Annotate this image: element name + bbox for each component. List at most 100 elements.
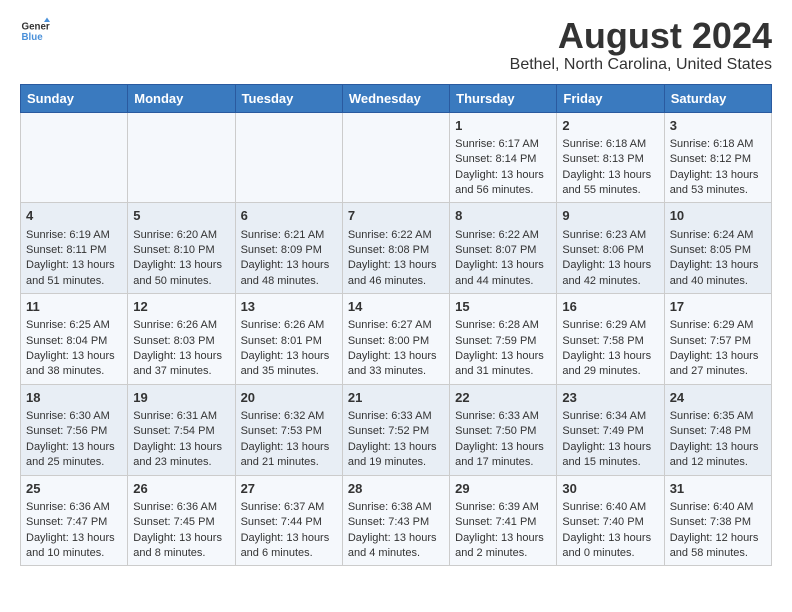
weekday-header-wednesday: Wednesday: [342, 84, 449, 112]
day-number: 21: [348, 389, 444, 407]
sunset-text: Sunset: 7:44 PM: [241, 516, 322, 528]
sunrise-text: Sunrise: 6:36 AM: [26, 501, 110, 513]
calendar-cell: 9Sunrise: 6:23 AMSunset: 8:06 PMDaylight…: [557, 203, 664, 294]
sunset-text: Sunset: 7:57 PM: [670, 335, 751, 347]
calendar-cell: 19Sunrise: 6:31 AMSunset: 7:54 PMDayligh…: [128, 384, 235, 475]
daylight-text: Daylight: 13 hours and 17 minutes.: [455, 441, 544, 468]
sunset-text: Sunset: 7:50 PM: [455, 425, 536, 437]
sunset-text: Sunset: 7:48 PM: [670, 425, 751, 437]
daylight-text: Daylight: 13 hours and 46 minutes.: [348, 259, 437, 286]
sunset-text: Sunset: 8:01 PM: [241, 335, 322, 347]
day-number: 17: [670, 298, 766, 316]
daylight-text: Daylight: 13 hours and 29 minutes.: [562, 350, 651, 377]
daylight-text: Daylight: 13 hours and 56 minutes.: [455, 169, 544, 196]
sunset-text: Sunset: 7:40 PM: [562, 516, 643, 528]
calendar-cell: 15Sunrise: 6:28 AMSunset: 7:59 PMDayligh…: [450, 294, 557, 385]
daylight-text: Daylight: 13 hours and 6 minutes.: [241, 532, 330, 559]
sunrise-text: Sunrise: 6:24 AM: [670, 229, 754, 241]
calendar-cell: 23Sunrise: 6:34 AMSunset: 7:49 PMDayligh…: [557, 384, 664, 475]
calendar-cell: 10Sunrise: 6:24 AMSunset: 8:05 PMDayligh…: [664, 203, 771, 294]
daylight-text: Daylight: 13 hours and 33 minutes.: [348, 350, 437, 377]
day-number: 16: [562, 298, 658, 316]
calendar-cell: 3Sunrise: 6:18 AMSunset: 8:12 PMDaylight…: [664, 112, 771, 203]
calendar-cell: 28Sunrise: 6:38 AMSunset: 7:43 PMDayligh…: [342, 475, 449, 566]
calendar-cell: 18Sunrise: 6:30 AMSunset: 7:56 PMDayligh…: [21, 384, 128, 475]
day-number: 5: [133, 207, 229, 225]
sunset-text: Sunset: 8:07 PM: [455, 244, 536, 256]
sunrise-text: Sunrise: 6:33 AM: [455, 410, 539, 422]
sunset-text: Sunset: 8:04 PM: [26, 335, 107, 347]
sunset-text: Sunset: 8:12 PM: [670, 153, 751, 165]
daylight-text: Daylight: 13 hours and 12 minutes.: [670, 441, 759, 468]
calendar-cell: 21Sunrise: 6:33 AMSunset: 7:52 PMDayligh…: [342, 384, 449, 475]
main-title: August 2024: [510, 16, 772, 56]
sunset-text: Sunset: 8:08 PM: [348, 244, 429, 256]
weekday-header-monday: Monday: [128, 84, 235, 112]
day-number: 23: [562, 389, 658, 407]
day-number: 10: [670, 207, 766, 225]
calendar-week-4: 18Sunrise: 6:30 AMSunset: 7:56 PMDayligh…: [21, 384, 772, 475]
svg-text:General: General: [22, 22, 51, 33]
calendar-cell: 12Sunrise: 6:26 AMSunset: 8:03 PMDayligh…: [128, 294, 235, 385]
sunrise-text: Sunrise: 6:39 AM: [455, 501, 539, 513]
calendar-cell: 8Sunrise: 6:22 AMSunset: 8:07 PMDaylight…: [450, 203, 557, 294]
day-number: 11: [26, 298, 122, 316]
day-number: 22: [455, 389, 551, 407]
sunrise-text: Sunrise: 6:26 AM: [241, 319, 325, 331]
sunrise-text: Sunrise: 6:28 AM: [455, 319, 539, 331]
calendar-cell: 26Sunrise: 6:36 AMSunset: 7:45 PMDayligh…: [128, 475, 235, 566]
day-number: 7: [348, 207, 444, 225]
daylight-text: Daylight: 13 hours and 44 minutes.: [455, 259, 544, 286]
sunset-text: Sunset: 7:53 PM: [241, 425, 322, 437]
sunrise-text: Sunrise: 6:29 AM: [670, 319, 754, 331]
calendar-cell: 24Sunrise: 6:35 AMSunset: 7:48 PMDayligh…: [664, 384, 771, 475]
day-number: 3: [670, 117, 766, 135]
weekday-header-saturday: Saturday: [664, 84, 771, 112]
calendar-cell: 31Sunrise: 6:40 AMSunset: 7:38 PMDayligh…: [664, 475, 771, 566]
sunrise-text: Sunrise: 6:22 AM: [455, 229, 539, 241]
day-number: 25: [26, 480, 122, 498]
day-number: 15: [455, 298, 551, 316]
day-number: 6: [241, 207, 337, 225]
sunrise-text: Sunrise: 6:18 AM: [562, 138, 646, 150]
day-number: 4: [26, 207, 122, 225]
sunrise-text: Sunrise: 6:35 AM: [670, 410, 754, 422]
calendar-cell: [128, 112, 235, 203]
weekday-header-friday: Friday: [557, 84, 664, 112]
sunset-text: Sunset: 8:10 PM: [133, 244, 214, 256]
sunset-text: Sunset: 8:14 PM: [455, 153, 536, 165]
calendar-cell: 17Sunrise: 6:29 AMSunset: 7:57 PMDayligh…: [664, 294, 771, 385]
sunrise-text: Sunrise: 6:32 AM: [241, 410, 325, 422]
sunset-text: Sunset: 7:56 PM: [26, 425, 107, 437]
day-number: 28: [348, 480, 444, 498]
daylight-text: Daylight: 13 hours and 8 minutes.: [133, 532, 222, 559]
daylight-text: Daylight: 13 hours and 42 minutes.: [562, 259, 651, 286]
calendar-cell: 16Sunrise: 6:29 AMSunset: 7:58 PMDayligh…: [557, 294, 664, 385]
weekday-header-tuesday: Tuesday: [235, 84, 342, 112]
sunset-text: Sunset: 8:06 PM: [562, 244, 643, 256]
sunrise-text: Sunrise: 6:21 AM: [241, 229, 325, 241]
calendar-table: SundayMondayTuesdayWednesdayThursdayFrid…: [20, 84, 772, 567]
calendar-cell: 29Sunrise: 6:39 AMSunset: 7:41 PMDayligh…: [450, 475, 557, 566]
sunrise-text: Sunrise: 6:40 AM: [562, 501, 646, 513]
calendar-cell: 27Sunrise: 6:37 AMSunset: 7:44 PMDayligh…: [235, 475, 342, 566]
calendar-cell: [235, 112, 342, 203]
sunset-text: Sunset: 8:13 PM: [562, 153, 643, 165]
sunset-text: Sunset: 8:05 PM: [670, 244, 751, 256]
daylight-text: Daylight: 13 hours and 15 minutes.: [562, 441, 651, 468]
calendar-cell: 2Sunrise: 6:18 AMSunset: 8:13 PMDaylight…: [557, 112, 664, 203]
daylight-text: Daylight: 13 hours and 10 minutes.: [26, 532, 115, 559]
calendar-cell: 13Sunrise: 6:26 AMSunset: 8:01 PMDayligh…: [235, 294, 342, 385]
sunrise-text: Sunrise: 6:34 AM: [562, 410, 646, 422]
sunrise-text: Sunrise: 6:25 AM: [26, 319, 110, 331]
sunrise-text: Sunrise: 6:40 AM: [670, 501, 754, 513]
calendar-cell: 5Sunrise: 6:20 AMSunset: 8:10 PMDaylight…: [128, 203, 235, 294]
day-number: 18: [26, 389, 122, 407]
day-number: 1: [455, 117, 551, 135]
calendar-cell: 1Sunrise: 6:17 AMSunset: 8:14 PMDaylight…: [450, 112, 557, 203]
day-number: 20: [241, 389, 337, 407]
calendar-cell: 6Sunrise: 6:21 AMSunset: 8:09 PMDaylight…: [235, 203, 342, 294]
sunset-text: Sunset: 7:45 PM: [133, 516, 214, 528]
logo: General Blue: [20, 16, 50, 46]
sunrise-text: Sunrise: 6:18 AM: [670, 138, 754, 150]
